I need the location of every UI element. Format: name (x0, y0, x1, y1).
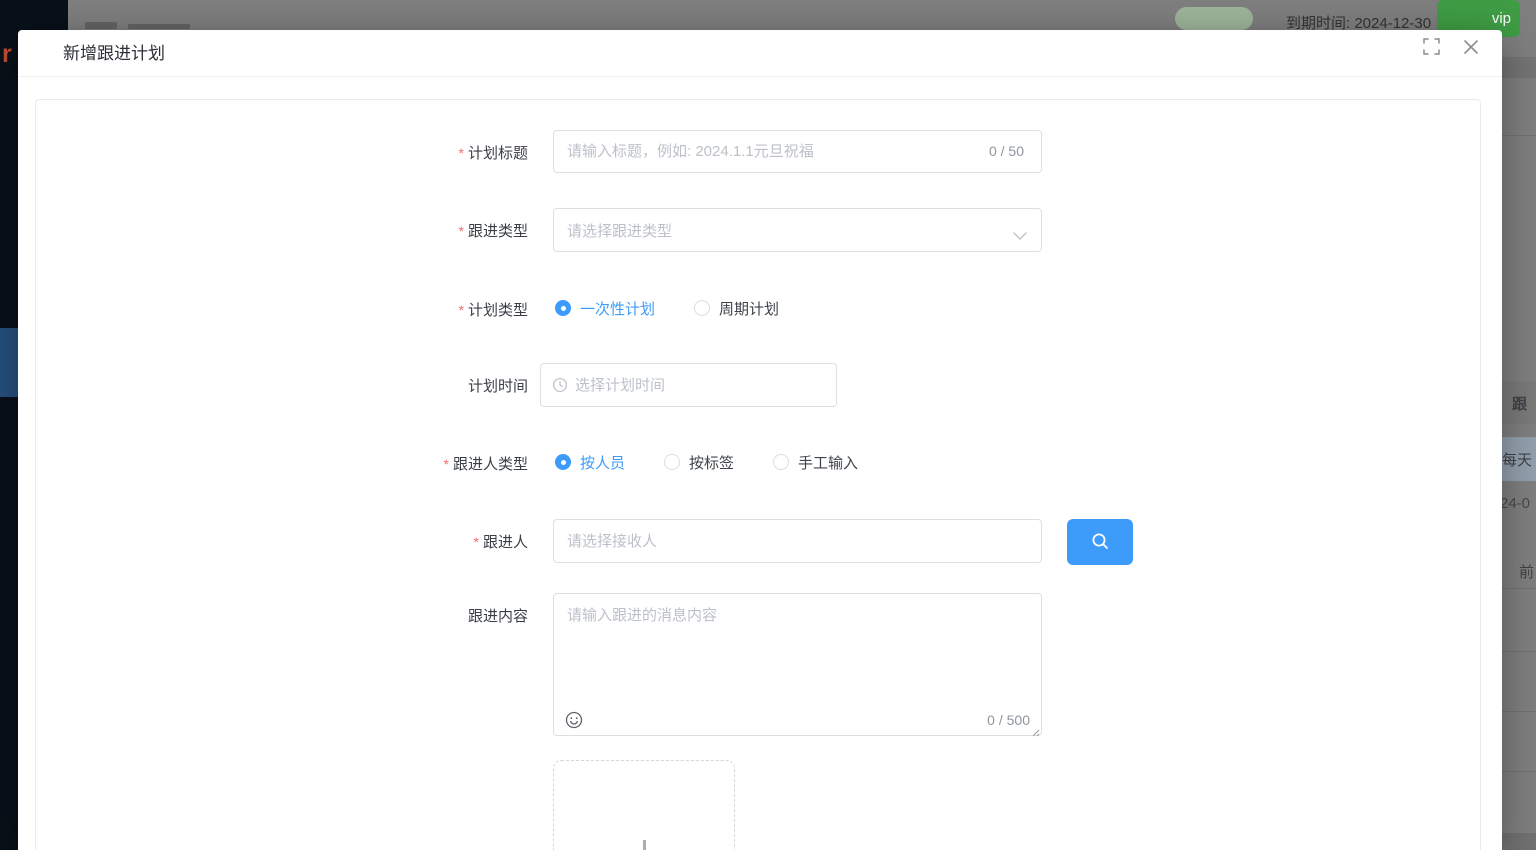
plan-time-label: 计划时间 (468, 375, 528, 396)
radio-manual-input[interactable]: 手工输入 (773, 452, 858, 473)
emoji-icon[interactable] (565, 711, 583, 729)
radio-periodic-plan[interactable]: 周期计划 (694, 298, 779, 319)
resize-handle-icon[interactable] (1030, 724, 1040, 734)
content-textarea-wrap: 0 / 500 (553, 593, 1042, 736)
upload-plus-icon (643, 840, 646, 850)
follow-type-label: *跟进类型 (459, 220, 528, 241)
required-mark: * (459, 223, 464, 239)
search-recipient-button[interactable] (1067, 519, 1133, 565)
content-label: 跟进内容 (468, 605, 528, 626)
radio-dot-icon (694, 300, 710, 316)
dialog-title: 新增跟进计划 (63, 39, 165, 64)
follow-type-select-wrap: 请选择跟进类型 (553, 208, 1042, 252)
follow-type-placeholder: 请选择跟进类型 (567, 220, 672, 241)
required-mark: * (459, 302, 464, 318)
radio-one-time-plan[interactable]: 一次性计划 (555, 298, 655, 319)
table-divider (1502, 711, 1536, 712)
plan-title-input[interactable] (553, 130, 1042, 173)
content-counter: 0 / 500 (987, 712, 1030, 728)
plan-title-field-wrap: 0 / 50 (553, 130, 1042, 173)
follow-type-select[interactable]: 请选择跟进类型 (553, 208, 1042, 252)
search-icon (1090, 531, 1110, 554)
follower-type-radio-group: 按人员 按标签 手工输入 (555, 453, 858, 471)
follower-label: *跟进人 (474, 531, 528, 552)
follower-input[interactable] (553, 519, 1042, 563)
required-mark: * (474, 534, 479, 550)
app-logo: r (2, 40, 12, 69)
plan-type-radio-group: 一次性计划 周期计划 (555, 299, 779, 317)
required-mark: * (459, 145, 464, 161)
row-fragment: 每天 (1502, 449, 1536, 470)
add-followup-plan-dialog: 新增跟进计划 *计划标题 0 / 50 *跟进类型 请选择跟进类型 (18, 30, 1502, 850)
plan-time-input[interactable] (540, 363, 837, 407)
row-fragment: 24-0 (1500, 495, 1536, 512)
content-textarea[interactable] (553, 593, 1042, 736)
close-icon[interactable] (1462, 38, 1480, 56)
dimmed-pill-button (1175, 7, 1253, 30)
radio-dot-icon (664, 454, 680, 470)
chevron-down-icon (1013, 227, 1027, 245)
clock-icon (552, 377, 568, 398)
dimmed-topbar: 到期时间: 2024-12-30 (68, 0, 1536, 30)
fullscreen-icon[interactable] (1423, 38, 1441, 56)
table-divider (1502, 771, 1536, 772)
radio-by-person[interactable]: 按人员 (555, 452, 625, 473)
radio-dot-icon (555, 454, 571, 470)
table-divider (1502, 651, 1536, 652)
radio-dot-icon (555, 300, 571, 316)
table-header-fragment: 跟 (1512, 393, 1527, 414)
dialog-header: 新增跟进计划 (18, 30, 1502, 77)
radio-dot-icon (773, 454, 789, 470)
plan-time-picker-wrap (540, 363, 837, 407)
plan-title-label: *计划标题 (459, 142, 528, 163)
radio-by-tag[interactable]: 按标签 (664, 452, 734, 473)
expire-date-text: 到期时间: 2024-12-30 (1286, 12, 1431, 30)
upload-dropzone[interactable] (553, 760, 735, 850)
plan-title-counter: 0 / 50 (989, 143, 1024, 159)
topbar-text-fragment (128, 24, 190, 29)
required-mark: * (444, 456, 449, 472)
plan-type-label: *计划类型 (459, 299, 528, 320)
row-fragment: 前 (1519, 561, 1534, 582)
follower-type-label: *跟进人类型 (444, 453, 528, 474)
topbar-text-fragment (85, 22, 117, 29)
table-divider (1502, 135, 1536, 136)
follower-field-wrap (553, 519, 1042, 563)
table-divider (1502, 588, 1536, 589)
